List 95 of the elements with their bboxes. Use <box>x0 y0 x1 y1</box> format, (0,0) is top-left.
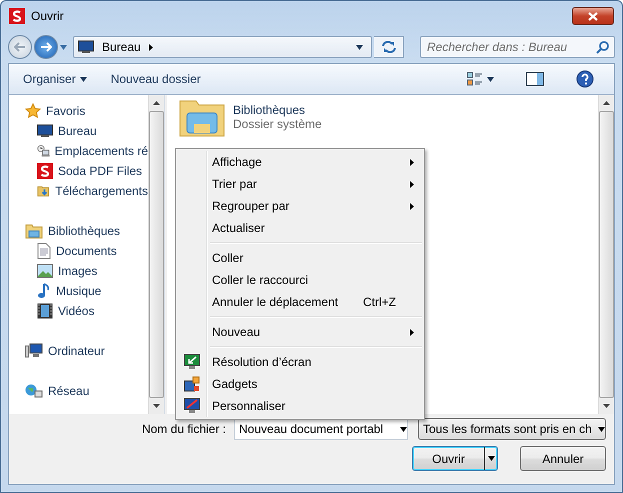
film-icon <box>37 303 53 319</box>
file-name: Bibliothèques <box>233 103 306 117</box>
close-icon <box>588 12 598 20</box>
open-button[interactable]: Ouvrir <box>412 446 498 471</box>
menu-item[interactable]: Affichage <box>178 151 422 173</box>
menu-item[interactable]: Actualiser <box>178 217 422 239</box>
toolbar-button[interactable]: Nouveau dossier <box>102 68 209 90</box>
shortcut-label: Ctrl+Z <box>363 295 397 309</box>
clock-computer-icon <box>37 143 50 159</box>
menu-item-label: Résolution d’écran <box>211 355 312 369</box>
folder-icon <box>25 223 43 239</box>
menu-item[interactable]: Coller le raccourci <box>178 269 422 291</box>
submenu-arrow-icon <box>410 180 414 188</box>
file-item[interactable]: Bibliothèques Dossier système <box>179 95 586 139</box>
toolbar-button[interactable]: Organiser <box>15 68 95 90</box>
help-icon <box>576 70 594 88</box>
dropdown-caret-icon <box>400 426 407 432</box>
menu-item-label: Coller <box>211 251 244 265</box>
gadgets-icon <box>184 376 200 392</box>
letter-s-icon <box>37 163 53 179</box>
menu-item[interactable]: Nouveau <box>178 321 422 343</box>
landscape-icon <box>37 264 53 278</box>
caret-icon <box>487 76 494 82</box>
sidebar-item[interactable]: Bibliothèques <box>9 221 148 241</box>
letter-s-icon <box>9 8 25 24</box>
computer-icon <box>25 343 43 359</box>
forward-button[interactable] <box>34 35 58 59</box>
submenu-arrow-icon <box>410 328 414 336</box>
sidebar-item[interactable]: Soda PDF Files <box>9 161 148 181</box>
menu-item-label: Actualiser <box>211 221 266 235</box>
menu-item[interactable]: Coller <box>178 247 422 269</box>
menu-item-label: Gadgets <box>211 377 258 391</box>
monitor-brush-icon <box>184 398 200 414</box>
file-type-dropdown[interactable]: Tous les formats sont pris en ch <box>418 418 606 440</box>
menu-item-label: Affichage <box>211 155 263 169</box>
menu-item-label: Trier par <box>211 177 258 191</box>
menu-item-label: Nouveau <box>211 325 262 339</box>
refresh-button[interactable] <box>374 36 404 58</box>
sidebar-item[interactable]: Téléchargements <box>9 181 148 201</box>
menu-item[interactable]: Annuler le déplacement Ctrl+Z <box>178 291 422 313</box>
menu-item-label: Annuler le déplacement <box>211 295 340 309</box>
menu-item[interactable]: Personnaliser <box>178 395 422 417</box>
star-icon <box>25 103 41 119</box>
search-field[interactable]: Rechercher dans : Bureau <box>420 36 615 58</box>
chevron-icon <box>148 44 153 50</box>
sidebar-item[interactable]: Bureau <box>9 121 148 141</box>
scroll-up-icon[interactable] <box>603 101 610 105</box>
menu-item-label: Personnaliser <box>211 399 286 413</box>
submenu-arrow-icon <box>410 202 414 210</box>
sidebar-item[interactable]: Favoris <box>9 101 148 121</box>
scroll-down-icon[interactable] <box>153 404 160 408</box>
dropdown-caret-icon <box>598 426 605 432</box>
content-scrollbar[interactable] <box>598 95 614 414</box>
globe-computer-icon <box>25 383 43 399</box>
window-title: Ouvrir <box>31 9 65 23</box>
sidebar-item[interactable]: Images <box>9 261 148 281</box>
monitor-icon <box>37 124 53 138</box>
menu-item[interactable]: Regrouper par <box>178 195 422 217</box>
sidebar-item[interactable]: Réseau <box>9 381 148 401</box>
search-icon <box>596 40 610 54</box>
music-note-icon <box>37 283 51 299</box>
caret-icon <box>80 76 87 82</box>
forward-arrow-icon <box>40 42 52 52</box>
breadcrumb[interactable]: Bureau <box>102 40 141 54</box>
menu-item-label: Coller le raccourci <box>211 273 310 287</box>
monitor-icon <box>78 40 94 54</box>
history-caret-icon <box>60 44 67 50</box>
submenu-arrow-icon <box>410 158 414 166</box>
sidebar-item[interactable]: Ordinateur <box>9 341 148 361</box>
back-arrow-icon <box>14 42 26 52</box>
sidebar-item[interactable]: Musique <box>9 281 148 301</box>
filename-field[interactable]: Nouveau document portabl <box>234 418 408 440</box>
file-type: Dossier système <box>233 117 322 131</box>
view-list-icon <box>467 72 483 86</box>
menu-item-label: Regrouper par <box>211 199 290 213</box>
cancel-button[interactable]: Annuler <box>520 446 606 471</box>
sidebar-item[interactable]: Vidéos <box>9 301 148 321</box>
filename-label: Nom du fichier : <box>142 422 226 436</box>
sidebar-scrollbar[interactable] <box>148 95 164 414</box>
document-icon <box>37 243 51 259</box>
pane-icon <box>526 72 544 86</box>
sidebar-item[interactable]: Documents <box>9 241 148 261</box>
monitor-arrow-icon <box>184 354 200 370</box>
menu-item[interactable]: Trier par <box>178 173 422 195</box>
menu-item[interactable]: Résolution d’écran <box>178 351 422 373</box>
sidebar-item[interactable]: Emplacements ré <box>9 141 148 161</box>
caret-icon <box>488 455 494 462</box>
address-bar[interactable]: Bureau <box>73 36 372 58</box>
menu-item[interactable]: Gadgets <box>178 373 422 395</box>
refresh-icon <box>380 41 396 53</box>
scroll-down-icon[interactable] <box>603 404 610 408</box>
back-button[interactable] <box>8 35 32 59</box>
scroll-up-icon[interactable] <box>153 101 160 105</box>
dropdown-caret-icon <box>356 44 362 50</box>
close-button[interactable] <box>572 7 614 25</box>
